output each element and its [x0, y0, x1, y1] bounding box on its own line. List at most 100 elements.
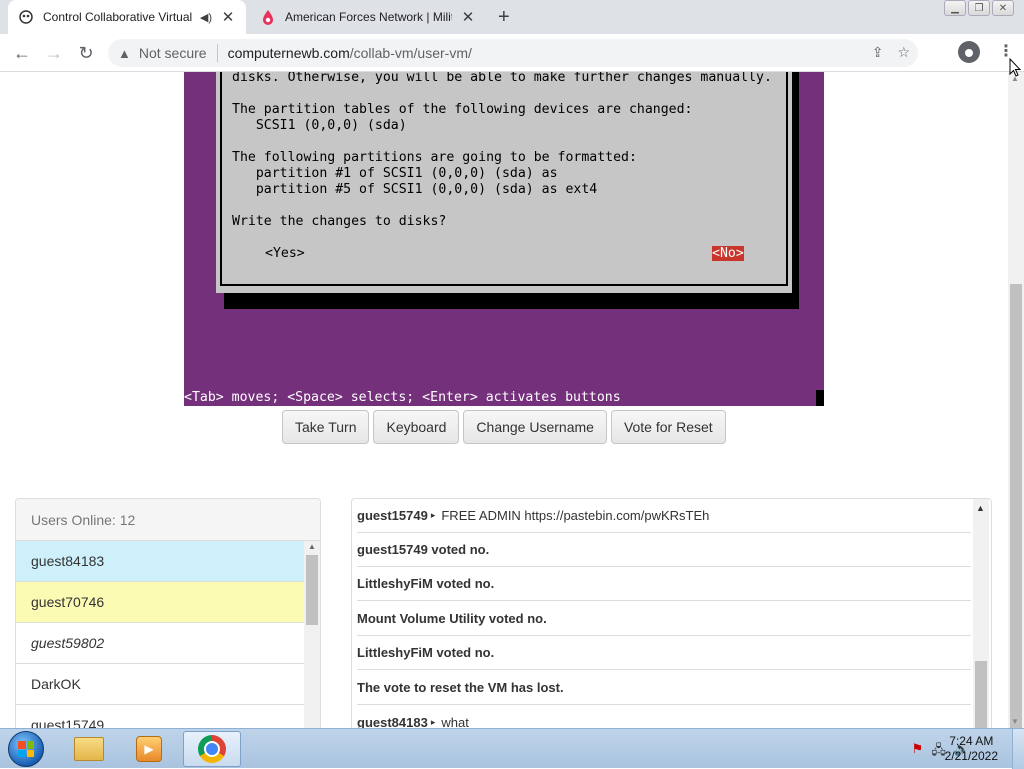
toolbar-right: ⋮ [958, 41, 1014, 63]
chat-system-message: Mount Volume Utility voted no. [357, 602, 971, 636]
user-item[interactable]: DarkOK [16, 664, 305, 705]
tab-control-collaborative[interactable]: Control Collaborative Virtual ◀) ✕ [8, 0, 246, 34]
taskbar-clock[interactable]: 7:24 AM 2/21/2022 [945, 734, 998, 764]
bookmark-star-icon[interactable]: ☆ [897, 44, 910, 61]
forward-icon[interactable]: → [42, 41, 66, 65]
minimize-button[interactable]: ▁ [944, 0, 966, 16]
chat-panel: guest15749 ▸ FREE ADMIN https://pastebin.c… [351, 498, 992, 728]
chat-system-message: The vote to reset the VM has lost. [357, 671, 971, 705]
scroll-down-arrow-icon[interactable]: ▼ [1011, 717, 1019, 726]
users-list: guest84183 guest70746 guest59802 DarkOK … [16, 541, 305, 728]
scroll-up-arrow-icon[interactable]: ▲ [976, 503, 985, 513]
chat-text: what [441, 714, 469, 729]
taskbar-explorer[interactable] [60, 731, 118, 767]
chat-text: FREE ADMIN https://pastebin.com/pwKRsTEh [441, 508, 710, 523]
page-content: disks. Otherwise, you will be able to ma… [0, 72, 1008, 728]
taskbar-chrome[interactable] [183, 731, 241, 767]
url-host: computernewb.com [227, 45, 350, 61]
dialog-line: SCSI1 (0,0,0) (sda) [232, 118, 407, 133]
media-player-icon: ▶ [136, 736, 162, 762]
dialog-line: partition #1 of SCSI1 (0,0,0) (sda) as [232, 166, 558, 181]
scroll-thumb[interactable] [306, 555, 318, 625]
mouse-cursor-icon [1009, 58, 1021, 77]
keyboard-button[interactable]: Keyboard [373, 410, 460, 444]
chat-username[interactable]: guest84183 [357, 715, 428, 729]
windows-taskbar: ▶ ⚑ 🖧 🔊 7:24 AM 2/21/2022 [0, 728, 1024, 769]
browser-tabstrip: Control Collaborative Virtual ◀) ✕ Ameri… [0, 0, 1024, 34]
system-text: The vote to reset the VM has lost. [357, 680, 564, 695]
user-item[interactable]: guest59802 [16, 623, 305, 664]
clock-time: 7:24 AM [949, 734, 994, 748]
scroll-thumb[interactable] [975, 661, 987, 728]
user-item[interactable]: guest84183 [16, 541, 305, 582]
url-path: /collab-vm/user-vm/ [349, 45, 472, 61]
take-turn-button[interactable]: Take Turn [282, 410, 370, 444]
no-button[interactable]: <No> [712, 246, 744, 261]
change-username-button[interactable]: Change Username [463, 410, 607, 444]
users-panel: Users Online: 12 guest84183 guest70746 g… [15, 498, 321, 728]
tab-title: Control Collaborative Virtual [43, 10, 193, 24]
dialog-line: The partition tables of the following de… [232, 102, 693, 117]
action-center-flag-icon[interactable]: ⚑ [912, 741, 924, 763]
yes-button[interactable]: <Yes> [265, 246, 305, 261]
message-arrow-icon: ▸ [430, 716, 436, 727]
system-text: LittleshyFiM voted no. [357, 576, 495, 591]
dialog-line: disks. Otherwise, you will be able to ma… [232, 72, 772, 85]
scroll-up-arrow-icon[interactable]: ▲ [308, 542, 316, 551]
restore-button[interactable]: ❐ [968, 0, 990, 16]
taskbar-media-player[interactable]: ▶ [120, 731, 178, 767]
chat-system-message: guest15749 voted no. [357, 533, 971, 567]
vote-for-reset-button[interactable]: Vote for Reset [610, 410, 726, 444]
message-arrow-icon: ▸ [430, 510, 436, 520]
page-scrollbar[interactable]: ▲ ▼ [1008, 72, 1024, 736]
start-button[interactable] [8, 731, 44, 767]
windows-logo-icon [18, 741, 34, 757]
tab-close-icon[interactable]: ✕ [460, 8, 476, 26]
system-text: guest15749 voted no. [357, 542, 490, 557]
kebab-menu-icon[interactable]: ⋮ [998, 44, 1014, 60]
show-desktop-button[interactable] [1012, 729, 1024, 769]
system-text: LittleshyFiM voted no. [357, 645, 495, 660]
new-tab-button[interactable]: + [498, 6, 510, 29]
chat-username[interactable]: guest15749 [357, 508, 428, 523]
folder-icon [74, 737, 104, 761]
vm-status-line: <Tab> moves; <Space> selects; <Enter> ac… [184, 390, 816, 406]
collabvm-favicon-icon [18, 9, 34, 25]
window-controls: ▁ ❐ ✕ [944, 0, 1014, 16]
chat-message: guest84183 ▸ what [357, 705, 971, 729]
chat-system-message: LittleshyFiM voted no. [357, 567, 971, 601]
tab-title: American Forces Network | Milita [285, 10, 452, 24]
tab-american-forces-network[interactable]: American Forces Network | Milita ✕ [250, 0, 486, 34]
scroll-thumb[interactable] [1010, 284, 1022, 736]
omnibox-actions: ⇪ ☆ [872, 44, 910, 61]
profile-avatar[interactable] [958, 41, 980, 63]
user-item[interactable]: guest15749 [16, 705, 305, 728]
chat-scrollbar[interactable]: ▲ [973, 499, 989, 728]
system-text: Mount Volume Utility voted no. [357, 611, 547, 626]
back-icon[interactable]: ← [10, 41, 34, 65]
warning-icon[interactable]: ▲ [118, 46, 131, 61]
vm-screen[interactable]: disks. Otherwise, you will be able to ma… [184, 72, 824, 406]
afn-favicon-icon [260, 9, 276, 25]
security-label[interactable]: Not secure [139, 45, 207, 61]
share-icon[interactable]: ⇪ [872, 44, 884, 61]
tab-close-icon[interactable]: ✕ [220, 8, 236, 26]
users-online-header: Users Online: 12 [16, 499, 320, 541]
clock-date: 2/21/2022 [944, 749, 998, 763]
users-scrollbar[interactable]: ▲ [304, 541, 320, 728]
close-window-button[interactable]: ✕ [992, 0, 1014, 16]
browser-toolbar: ← → ↻ ▲ Not secure computernewb.com/coll… [0, 34, 1024, 72]
chrome-icon [198, 735, 226, 763]
dialog-line: Write the changes to disks? [232, 214, 447, 229]
vm-controls: Take Turn Keyboard Change Username Vote … [282, 410, 726, 444]
chat-message: guest15749 ▸ FREE ADMIN https://pastebin.c… [357, 499, 971, 533]
audio-playing-icon[interactable]: ◀) [200, 11, 212, 24]
dialog-line: partition #5 of SCSI1 (0,0,0) (sda) as e… [232, 182, 598, 197]
url-separator [216, 44, 218, 62]
dialog-line: The following partitions are going to be… [232, 150, 637, 165]
address-bar[interactable]: ▲ Not secure computernewb.com/collab-vm/… [108, 39, 918, 67]
text-cursor [816, 390, 824, 406]
chat-system-message: LittleshyFiM voted no. [357, 636, 971, 670]
user-item[interactable]: guest70746 [16, 582, 305, 623]
reload-icon[interactable]: ↻ [74, 41, 98, 65]
